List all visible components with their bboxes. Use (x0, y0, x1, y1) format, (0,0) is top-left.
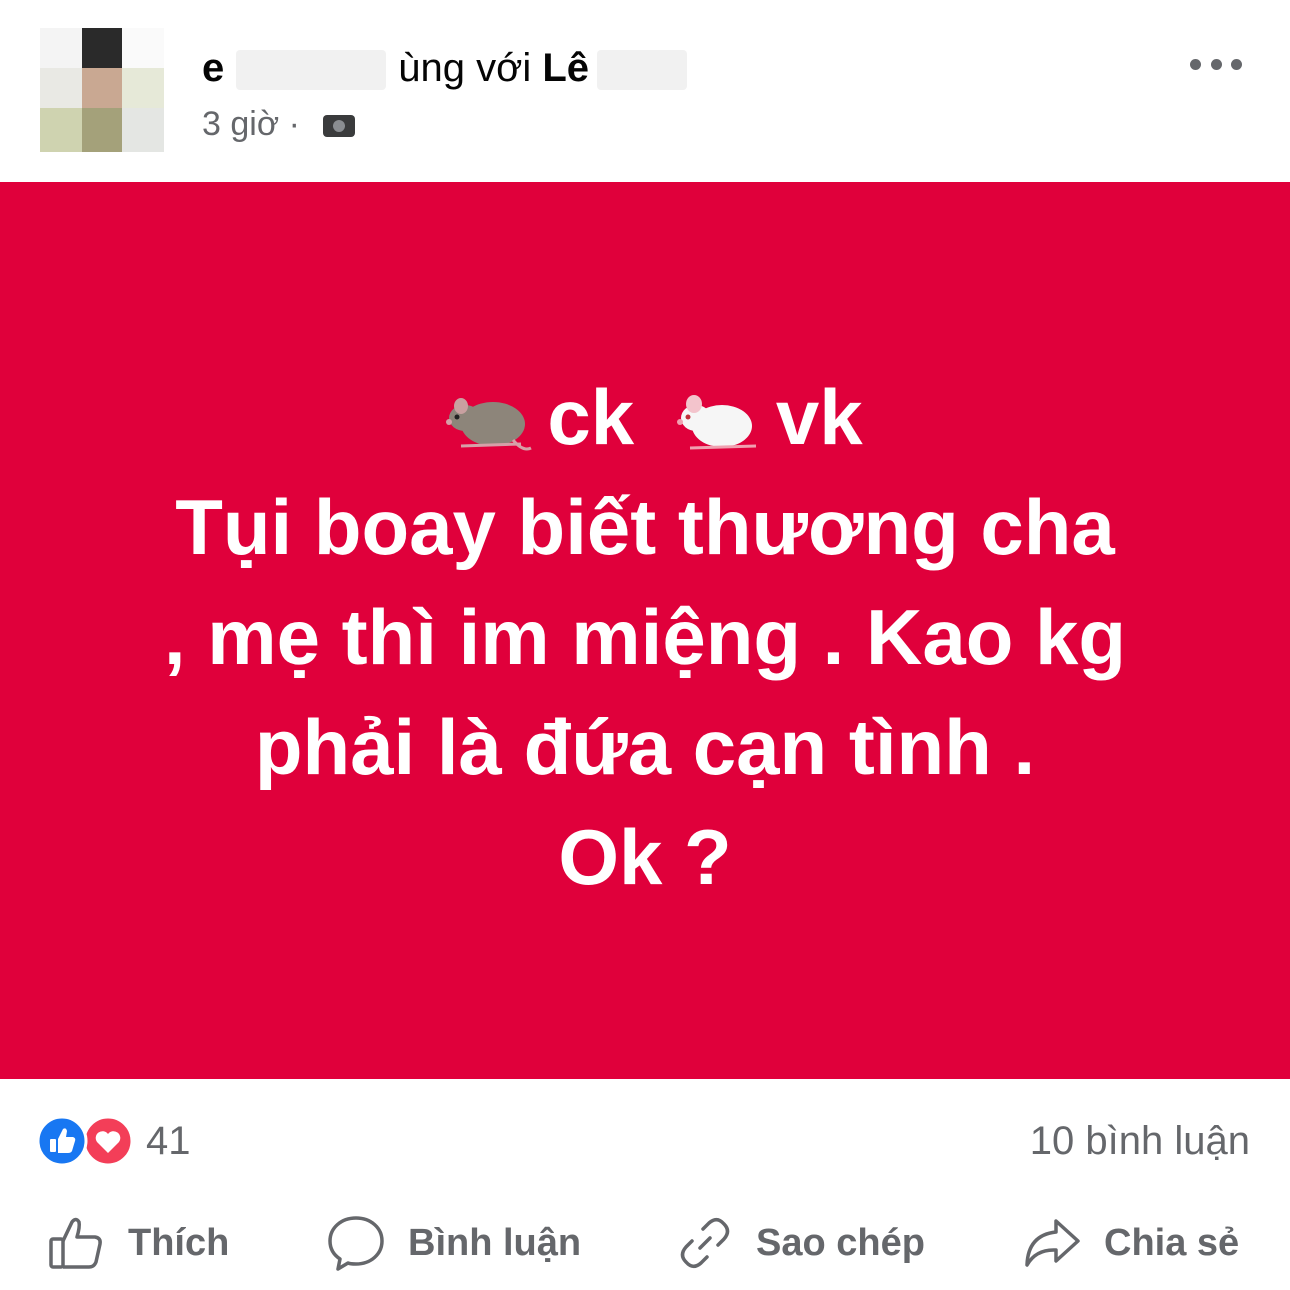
comment-button[interactable]: Bình luận (326, 1205, 581, 1281)
post-line-3: , mẹ thì im miệng . Kao kg (163, 593, 1127, 681)
post-line-5: Ok ? (558, 813, 732, 901)
more-dot-icon (1231, 58, 1242, 70)
link-icon (680, 1218, 730, 1268)
reaction-count[interactable]: 41 (146, 1115, 191, 1167)
meta-separator: · (288, 105, 300, 143)
comment-count[interactable]: 10 bình luận (1030, 1115, 1250, 1167)
mouse-emoji-icon (676, 395, 756, 450)
post-line-2: Tụi boay biết thương cha (175, 483, 1115, 571)
comment-bubble-icon (328, 1216, 384, 1271)
reactions-bar: 41 10 bình luận (0, 1079, 1290, 1197)
share-arrow-icon (1025, 1219, 1080, 1267)
share-button[interactable]: Chia sẻ (1022, 1205, 1239, 1281)
post-line-1: ck vk (0, 362, 1290, 472)
tag-text: ùng với (398, 46, 532, 90)
meta-line: 3 giờ · (202, 102, 357, 146)
post-time[interactable]: 3 giờ (202, 105, 279, 143)
more-dot-icon (1210, 58, 1222, 70)
share-label: Chia sẻ (1104, 1221, 1240, 1264)
post-line-4: phải là đứa cạn tình . (254, 703, 1036, 791)
redacted-name (236, 50, 387, 91)
privacy-icon[interactable] (321, 113, 357, 139)
like-label: Thích (128, 1221, 230, 1264)
avatar[interactable] (40, 28, 164, 152)
more-dot-icon (1190, 58, 1201, 70)
action-bar: Thích Bình luận Sao chép Chia sẻ (0, 1197, 1290, 1290)
redacted-tagged-name (597, 50, 688, 91)
more-options-button[interactable] (1190, 48, 1242, 80)
post-word-vk: vk (775, 373, 863, 461)
author-name[interactable]: e (202, 46, 224, 90)
post-header: e ùng với Lê 3 giờ · (0, 0, 1290, 182)
copy-label: Sao chép (756, 1221, 925, 1264)
like-icon (36, 1115, 88, 1167)
reaction-icons[interactable] (36, 1115, 136, 1167)
like-outline-icon (49, 1217, 102, 1269)
tagged-name[interactable]: Lê (542, 46, 589, 90)
copy-link-button[interactable]: Sao chép (676, 1205, 925, 1281)
post-word-ck: ck (547, 373, 635, 461)
love-icon (82, 1115, 134, 1167)
comment-label: Bình luận (408, 1221, 582, 1264)
author-line: e ùng với Lê (202, 40, 688, 96)
rat-emoji-icon (446, 398, 533, 451)
post-text: ck vk Tụi boay biết thương cha , mẹ thì … (0, 362, 1290, 912)
like-button[interactable]: Thích (46, 1205, 229, 1281)
post-background-canvas[interactable]: ck vk Tụi boay biết thương cha , mẹ thì … (0, 182, 1290, 1079)
